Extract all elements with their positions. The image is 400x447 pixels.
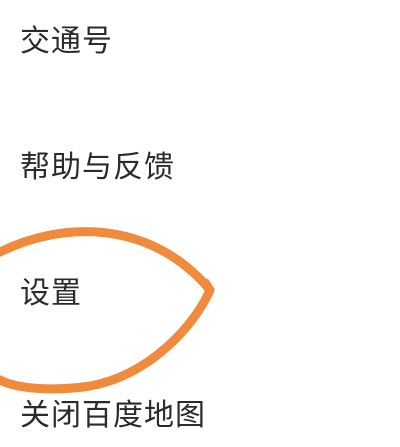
menu-item-help-feedback[interactable]: 帮助与反馈 <box>20 148 175 188</box>
menu-item-close-baidu-map[interactable]: 关闭百度地图 <box>20 396 206 436</box>
settings-menu: 交通号 帮助与反馈 设置 关闭百度地图 <box>0 0 400 447</box>
menu-item-traffic-account[interactable]: 交通号 <box>20 22 113 62</box>
menu-item-settings[interactable]: 设置 <box>20 274 82 314</box>
